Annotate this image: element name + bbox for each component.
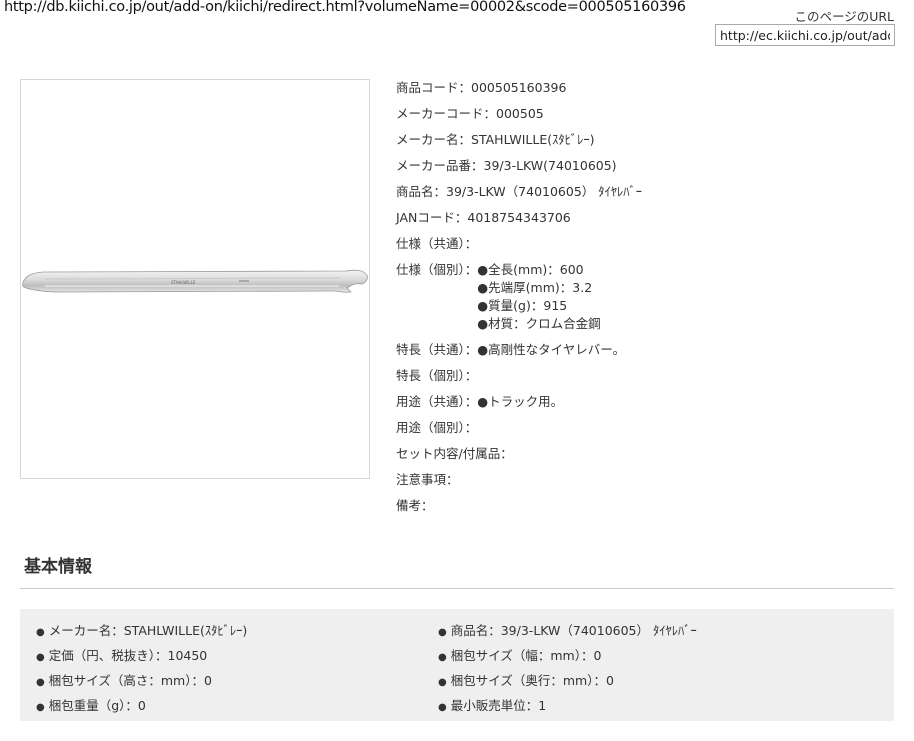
spec-value: ●トラック用。 xyxy=(477,394,564,409)
spec-line: ●質量(g)：915 xyxy=(477,298,568,313)
basic-info-right-column: ● 商品名：39/3-LKW（74010605） ﾀｲﾔﾚﾊﾞｰ ● 梱包サイズ（幅… xyxy=(438,619,697,719)
spec-value: ●全長(mm)：600 ●先端厚(mm)：3.2 ●質量(g)：915 ●材質：… xyxy=(477,261,600,333)
spec-line: ●材質：クロム合金鋼 xyxy=(477,316,601,331)
spec-row-jan-code: JANコード： 4018754343706 xyxy=(396,209,896,227)
spec-key: 商品コード： xyxy=(396,80,472,95)
brand-logo: STAHLWILLE xyxy=(171,280,196,285)
basic-info-item: ● 梱包サイズ（奥行：mm）：0 xyxy=(438,669,697,694)
basic-info-item: ● 定価（円、税抜き）：10450 xyxy=(36,644,247,669)
bullet-icon: ● xyxy=(36,627,45,638)
spec-value: 000505160396 xyxy=(471,80,567,95)
spec-row-maker-part-no: メーカー品番： 39/3-LKW(74010605) xyxy=(396,157,896,175)
bullet-icon: ● xyxy=(438,702,447,713)
page-url-field[interactable] xyxy=(715,24,895,46)
spec-row-feature-common: 特長（共通）： ●高剛性なタイヤレバー。 xyxy=(396,341,896,359)
spec-row-use-common: 用途（共通）： ●トラック用。 xyxy=(396,393,896,411)
basic-info-text: 梱包サイズ（幅：mm）：0 xyxy=(450,648,602,663)
spec-key: セット内容/付属品： xyxy=(396,446,513,461)
bullet-icon: ● xyxy=(36,702,45,713)
bullet-icon: ● xyxy=(438,652,447,663)
spec-value: 39/3-LKW(74010605) xyxy=(483,158,617,173)
spec-row-set-contents: セット内容/付属品： xyxy=(396,445,896,463)
spec-key: メーカー品番： xyxy=(396,158,484,173)
spec-row-feature-individual: 特長（個別）： xyxy=(396,367,896,385)
basic-info-item: ● 梱包サイズ（高さ：mm）：0 xyxy=(36,669,247,694)
spec-key: 用途（共通）： xyxy=(396,394,478,409)
basic-info-panel: ● メーカー名：STAHLWILLE(ｽﾀﾋﾞﾚｰ) ● 定価（円、税抜き）：104… xyxy=(20,609,894,721)
redirect-url-text: http://db.kiichi.co.jp/out/add-on/kiichi… xyxy=(4,0,686,15)
spec-value: 4018754343706 xyxy=(467,210,571,225)
spec-row-spec-individual: 仕様（個別）： ●全長(mm)：600 ●先端厚(mm)：3.2 ●質量(g)：… xyxy=(396,261,896,333)
spec-value: 000505 xyxy=(496,106,544,121)
spec-row-remarks: 備考： xyxy=(396,497,896,515)
basic-info-item: ● 梱包サイズ（幅：mm）：0 xyxy=(438,644,697,669)
spec-key: 特長（共通）： xyxy=(396,342,478,357)
spec-value: ●高剛性なタイヤレバー。 xyxy=(477,342,626,357)
spec-key: 注意事項： xyxy=(396,472,459,487)
basic-info-text: 梱包重量（g）：0 xyxy=(48,698,146,713)
bullet-icon: ● xyxy=(36,652,45,663)
basic-info-left-column: ● メーカー名：STAHLWILLE(ｽﾀﾋﾞﾚｰ) ● 定価（円、税抜き）：104… xyxy=(36,619,247,719)
spec-row-maker-name: メーカー名： STAHLWILLE(ｽﾀﾋﾞﾚｰ) xyxy=(396,131,896,149)
bullet-icon: ● xyxy=(438,677,447,688)
section-divider xyxy=(20,588,894,589)
spec-row-product-code: 商品コード： 000505160396 xyxy=(396,79,896,97)
basic-info-text: 梱包サイズ（高さ：mm）：0 xyxy=(48,673,212,688)
spec-key: 仕様（個別）： xyxy=(396,262,478,277)
spec-key: 用途（個別）： xyxy=(396,420,478,435)
spec-row-product-name: 商品名： 39/3-LKW（74010605） ﾀｲﾔﾚﾊﾞｰ xyxy=(396,183,896,201)
spec-key: 商品名： xyxy=(396,184,447,199)
spec-line: ●先端厚(mm)：3.2 xyxy=(477,280,593,295)
product-image: STAHLWILLE xyxy=(20,79,370,479)
spec-key: 備考： xyxy=(396,498,434,513)
basic-info-text: メーカー名：STAHLWILLE(ｽﾀﾋﾞﾚｰ) xyxy=(48,623,248,638)
basic-info-item: ● 梱包重量（g）：0 xyxy=(36,694,247,719)
basic-info-item: ● メーカー名：STAHLWILLE(ｽﾀﾋﾞﾚｰ) xyxy=(36,619,247,644)
spec-row-notes: 注意事項： xyxy=(396,471,896,489)
basic-info-item: ● 商品名：39/3-LKW（74010605） ﾀｲﾔﾚﾊﾞｰ xyxy=(438,619,697,644)
basic-info-text: 最小販売単位：1 xyxy=(450,698,547,713)
basic-info-item: ● 最小販売単位：1 xyxy=(438,694,697,719)
spec-row-use-individual: 用途（個別）： xyxy=(396,419,896,437)
spec-value: 39/3-LKW（74010605） ﾀｲﾔﾚﾊﾞｰ xyxy=(446,184,643,199)
bullet-icon: ● xyxy=(438,627,447,638)
spec-list: 商品コード： 000505160396 メーカーコード： 000505 メーカー… xyxy=(396,79,896,523)
spec-line: ●全長(mm)：600 xyxy=(477,262,584,277)
page-url-label: このページのURL xyxy=(794,9,894,24)
spec-row-maker-code: メーカーコード： 000505 xyxy=(396,105,896,123)
basic-info-text: 定価（円、税抜き）：10450 xyxy=(48,648,208,663)
spec-key: JANコード： xyxy=(396,210,468,225)
spec-key: メーカー名： xyxy=(396,132,472,147)
spec-value: STAHLWILLE(ｽﾀﾋﾞﾚｰ) xyxy=(471,132,595,147)
basic-info-text: 梱包サイズ（奥行：mm）：0 xyxy=(450,673,614,688)
basic-info-title: 基本情報 xyxy=(24,557,92,577)
spec-key: メーカーコード： xyxy=(396,106,497,121)
tire-lever-illustration: STAHLWILLE xyxy=(22,269,368,293)
basic-info-text: 商品名：39/3-LKW（74010605） ﾀｲﾔﾚﾊﾞｰ xyxy=(450,623,697,638)
bullet-icon: ● xyxy=(36,677,45,688)
spec-key: 特長（個別）： xyxy=(396,368,478,383)
spec-row-spec-common: 仕様（共通）： xyxy=(396,235,896,253)
spec-key: 仕様（共通）： xyxy=(396,236,478,251)
